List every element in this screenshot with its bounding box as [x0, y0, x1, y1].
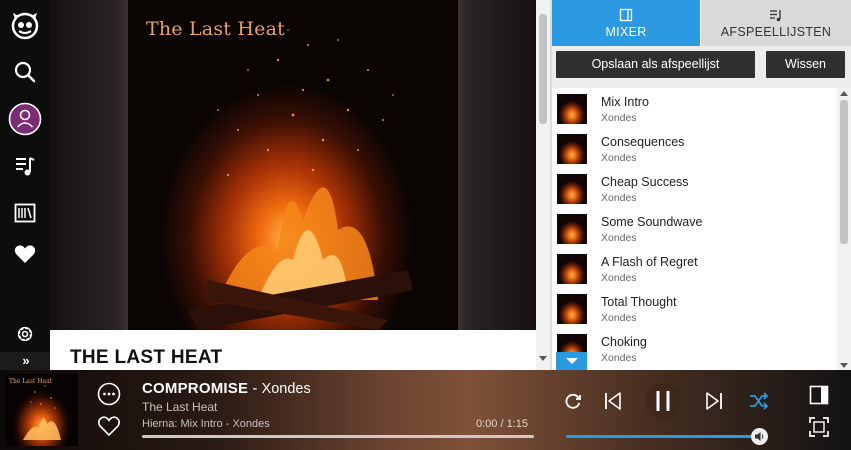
queue-item-title: Mix Intro [601, 95, 649, 109]
track-artist[interactable]: Xondes [262, 381, 311, 397]
queue-item-artist: Xondes [601, 312, 637, 324]
queue-panel: MIXER AFSPEELLIJSTEN Opslaan als afspeel… [552, 0, 851, 370]
track-album[interactable]: The Last Heat [142, 400, 217, 414]
player-cover-title: The Last Heat [9, 378, 53, 385]
volume-icon [755, 432, 764, 441]
queue-item-thumbnail [557, 254, 587, 284]
sidebar: » [0, 0, 50, 370]
mixer-icon [619, 8, 633, 22]
queue-item-artist: Xondes [601, 352, 637, 364]
fullscreen-icon[interactable] [809, 417, 829, 442]
main-scroll-down-arrow[interactable] [539, 356, 547, 361]
profile-icon[interactable] [5, 99, 45, 139]
previous-track-icon[interactable] [603, 391, 623, 416]
queue-scrollbar[interactable] [837, 88, 851, 370]
album-cover: The Last Heat [128, 0, 458, 330]
queue-item-artist: Xondes [601, 232, 637, 244]
queue-item-title: Some Soundwave [601, 215, 703, 229]
scroll-to-current-button[interactable] [556, 352, 587, 370]
queue-item-thumbnail [557, 294, 587, 324]
queue-item-title: Consequences [601, 135, 685, 149]
queue-item-title: Total Thought [601, 295, 677, 309]
repeat-icon[interactable] [563, 391, 583, 416]
cover-title: The Last Heat [146, 18, 285, 40]
queue-item-artist: Xondes [601, 272, 637, 284]
album-hero: The Last Heat [50, 0, 536, 330]
shuffle-icon[interactable] [749, 392, 769, 415]
queue-scroll-up-arrow[interactable] [840, 91, 848, 96]
music-library-icon[interactable] [5, 146, 45, 186]
queue-list: Mix Intro Xondes Consequences Xondes Che… [552, 88, 837, 370]
now-playing-line: COMPROMISE - Xondes [142, 380, 311, 397]
tab-playlists-label: AFSPEELLIJSTEN [720, 25, 832, 39]
queue-item[interactable]: Total Thought Xondes [552, 288, 837, 328]
queue-item-title: Cheap Success [601, 175, 689, 189]
playlist-icon [770, 10, 781, 22]
up-next-label: Hierna: Mix Intro - Xondes [142, 418, 270, 430]
save-as-playlist-button[interactable]: Opslaan als afspeellijst [556, 51, 755, 78]
queue-item[interactable]: Mix Intro Xondes [552, 88, 837, 128]
pause-button[interactable] [643, 382, 683, 425]
favorites-icon[interactable] [5, 234, 45, 274]
napster-logo-icon[interactable] [5, 5, 45, 45]
queue-item-artist: Xondes [601, 192, 637, 204]
queue-scrollbar-thumb[interactable] [840, 100, 848, 244]
queue-actions: Opslaan als afspeellijst Wissen [552, 46, 851, 88]
queue-item-title: A Flash of Regret [601, 255, 698, 269]
queue-item-artist: Xondes [601, 152, 637, 164]
favorite-track-icon[interactable] [97, 415, 121, 442]
expand-sidebar-button[interactable]: » [0, 352, 50, 370]
queue-item-thumbnail [557, 94, 587, 124]
track-separator: - [248, 380, 262, 397]
queue-item-thumbnail [557, 214, 587, 244]
clear-queue-button[interactable]: Wissen [766, 51, 845, 78]
radio-icon[interactable] [5, 193, 45, 233]
volume-knob[interactable] [751, 428, 768, 445]
app-window: » The Last Heat THE LAST HEAT MIXER AFSP… [0, 0, 851, 450]
volume-slider[interactable] [566, 435, 760, 438]
player-album-art[interactable]: The Last Heat [5, 374, 78, 446]
tab-mixer[interactable]: MIXER [552, 0, 700, 46]
track-time: 0:00 / 1:15 [476, 418, 528, 430]
queue-item-thumbnail [557, 134, 587, 164]
queue-item-artist: Xondes [601, 112, 637, 124]
main-scrollbar[interactable] [536, 0, 550, 370]
toggle-queue-panel-icon[interactable] [809, 385, 829, 410]
settings-icon[interactable] [5, 314, 45, 354]
player-bar: The Last Heat COMPROMISE - Xondes The La… [0, 370, 851, 450]
chevron-down-icon [566, 358, 578, 364]
queue-item[interactable]: Consequences Xondes [552, 128, 837, 168]
tab-playlists[interactable]: AFSPEELLIJSTEN [701, 0, 851, 46]
tab-mixer-label: MIXER [605, 25, 647, 39]
more-options-icon[interactable] [97, 382, 121, 411]
main-content: The Last Heat THE LAST HEAT [50, 0, 536, 370]
next-track-icon[interactable] [704, 391, 724, 416]
queue-item[interactable]: Cheap Success Xondes [552, 168, 837, 208]
album-heading: THE LAST HEAT [70, 347, 223, 368]
queue-item-title: Choking [601, 335, 647, 349]
main-scrollbar-thumb[interactable] [539, 14, 547, 124]
queue-item[interactable]: Choking Xondes [552, 328, 837, 368]
search-icon[interactable] [5, 52, 45, 92]
queue-item[interactable]: Some Soundwave Xondes [552, 208, 837, 248]
queue-scroll-down-arrow[interactable] [840, 363, 848, 368]
progress-bar[interactable] [142, 435, 534, 438]
queue-item-thumbnail [557, 174, 587, 204]
track-title: COMPROMISE [142, 380, 249, 397]
queue-item[interactable]: A Flash of Regret Xondes [552, 248, 837, 288]
